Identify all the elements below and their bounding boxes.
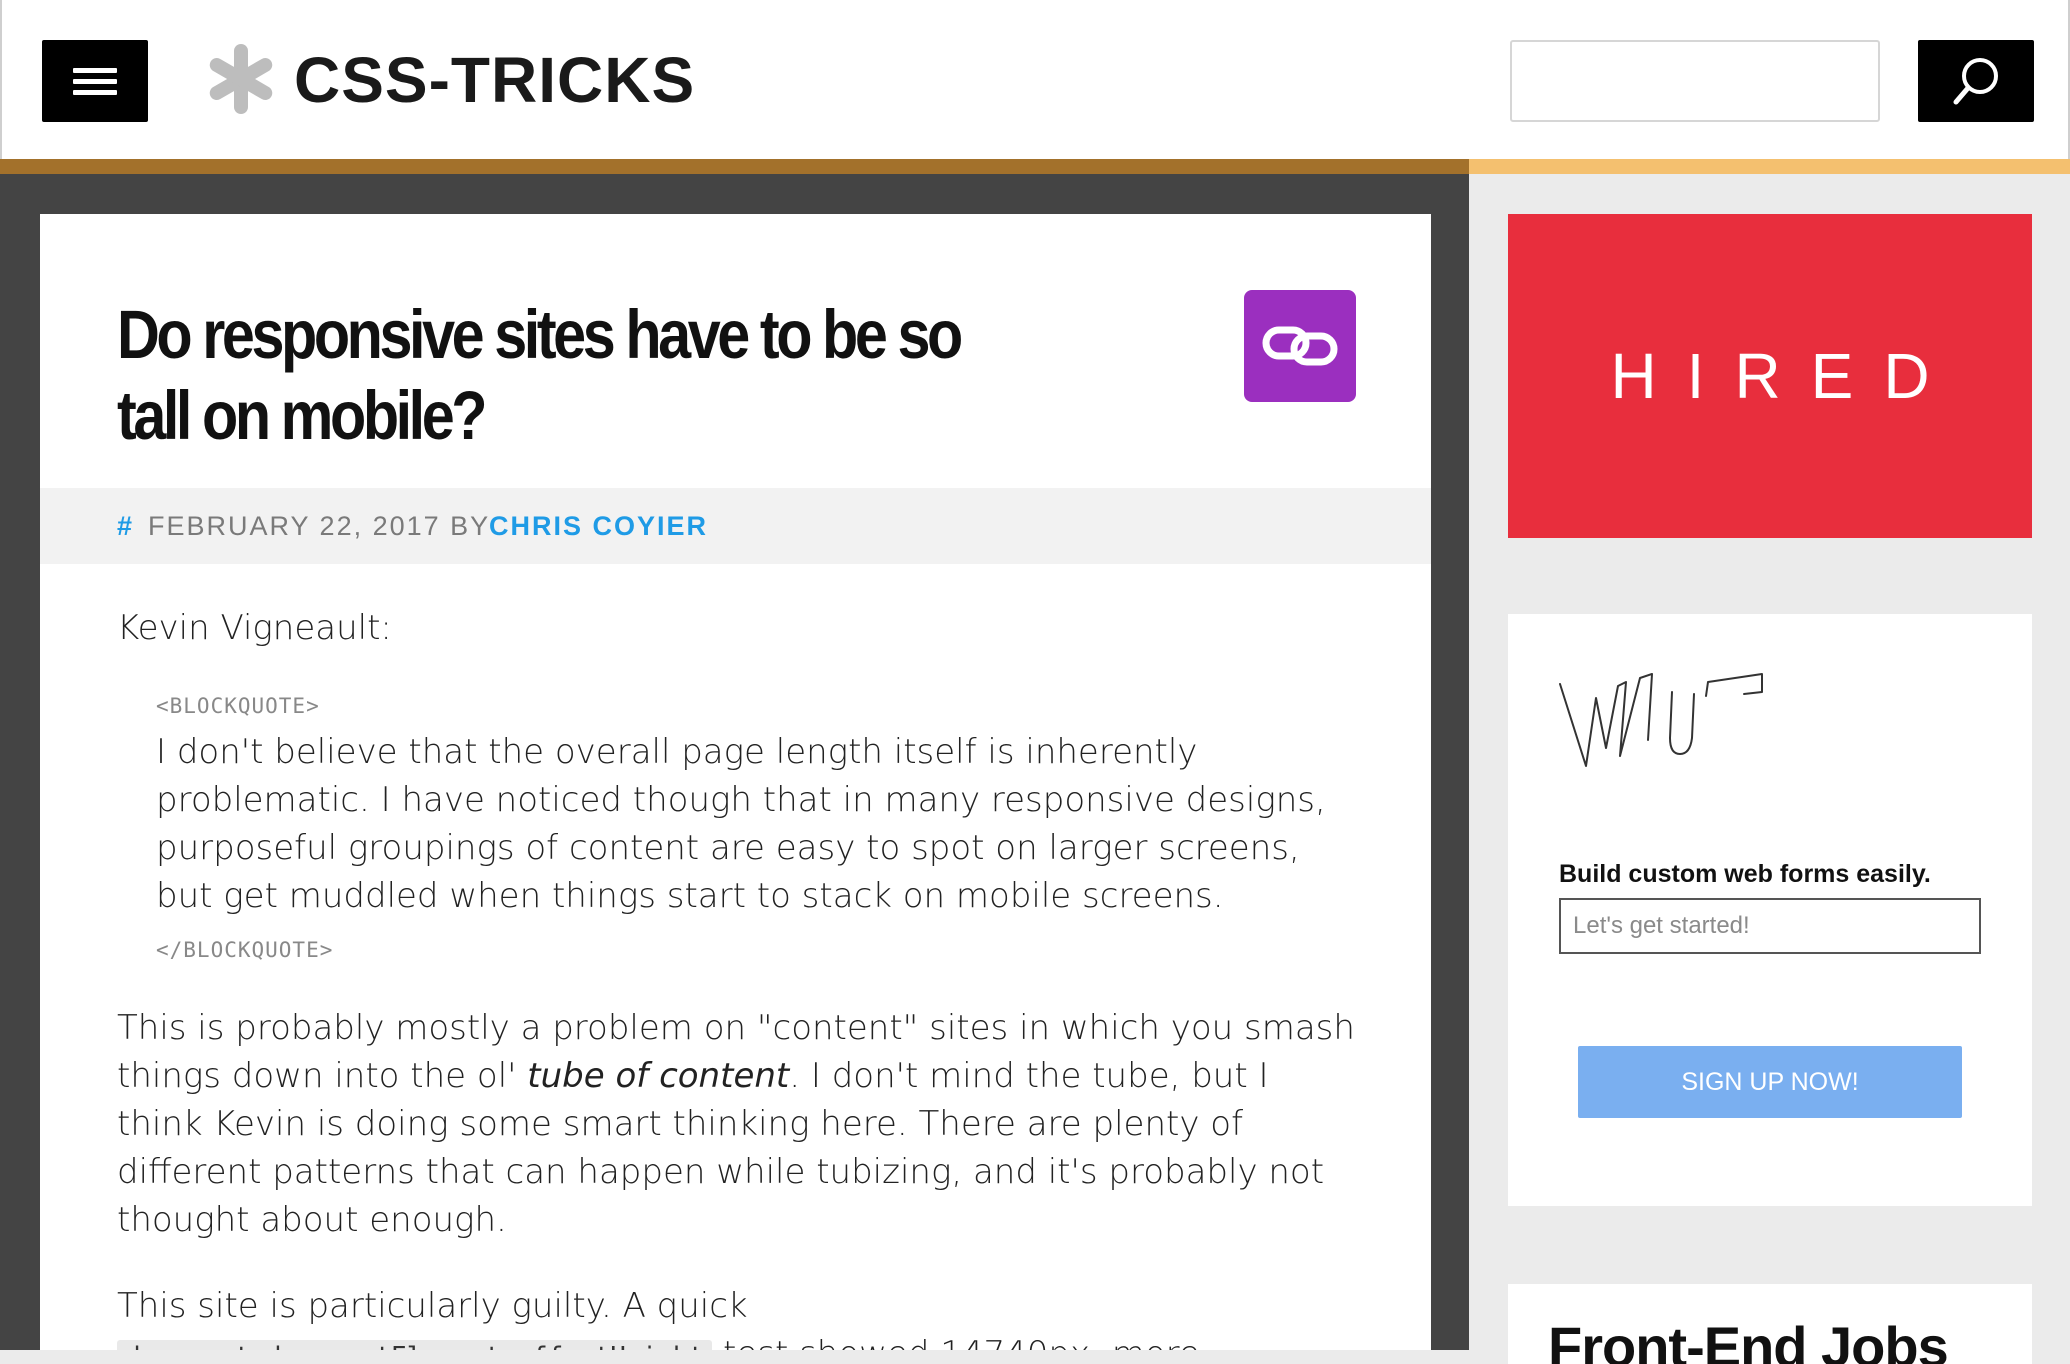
author-link[interactable]: CHRIS COYIER	[489, 488, 708, 564]
magnifier-icon	[1953, 58, 1998, 105]
article-card: Do responsive sites have to be so tall o…	[40, 214, 1431, 1350]
permalink-hash[interactable]: #	[117, 488, 134, 564]
emphasis-text: tube of content	[527, 1056, 790, 1096]
link-post-badge[interactable]	[1244, 290, 1356, 402]
sign-up-button[interactable]: SIGN UP NOW!	[1578, 1046, 1962, 1118]
article-title[interactable]: Do responsive sites have to be so tall o…	[117, 294, 977, 456]
search-input[interactable]	[1510, 40, 1880, 122]
header-stripe-right	[1469, 159, 2070, 174]
blockquote-open-tag: <BLOCKQUOTE>	[156, 694, 320, 718]
intro-paragraph: Kevin Vigneault:	[117, 608, 392, 648]
body-paragraph: This site is particularly guilty. A quic…	[117, 1282, 1357, 1350]
search-button[interactable]	[1918, 40, 2034, 122]
article-meta: # FEBRUARY 22, 2017 BY CHRIS COYIER	[40, 488, 1431, 564]
wufoo-logo-icon[interactable]	[1556, 654, 1826, 784]
site-header: CSS-TRICKS	[0, 0, 2070, 159]
hired-ad[interactable]: HIRED	[1508, 214, 2032, 538]
paragraph-text: This site is particularly guilty. A quic…	[117, 1286, 748, 1326]
forms-ad-heading: Build custom web forms easily.	[1559, 860, 1931, 888]
menu-button[interactable]	[42, 40, 148, 122]
post-date: FEBRUARY 22, 2017 BY	[148, 511, 491, 541]
jobs-heading[interactable]: Front-End Jobs	[1548, 1314, 1949, 1364]
forms-ad-input[interactable]	[1559, 898, 1981, 954]
blockquote-close-tag: </BLOCKQUOTE>	[156, 938, 334, 962]
header-stripe-left	[0, 159, 1469, 174]
paragraph-text: test showed 14740px, more	[712, 1334, 1200, 1350]
blockquote-text: I don't believe that the overall page le…	[156, 732, 1326, 916]
forms-ad-card: Build custom web forms easily. SIGN UP N…	[1508, 614, 2032, 1206]
site-logo[interactable]: CSS-TRICKS	[294, 40, 695, 120]
asterisk-star-icon[interactable]	[205, 42, 277, 116]
body-paragraph: This is probably mostly a problem on "co…	[117, 1004, 1357, 1244]
inline-code: document.documentElement.offsetHeight	[117, 1340, 713, 1350]
hired-ad-text: HIRED	[1610, 340, 1960, 412]
chain-link-icon	[1262, 326, 1338, 366]
jobs-card: Front-End Jobs	[1508, 1284, 2032, 1364]
